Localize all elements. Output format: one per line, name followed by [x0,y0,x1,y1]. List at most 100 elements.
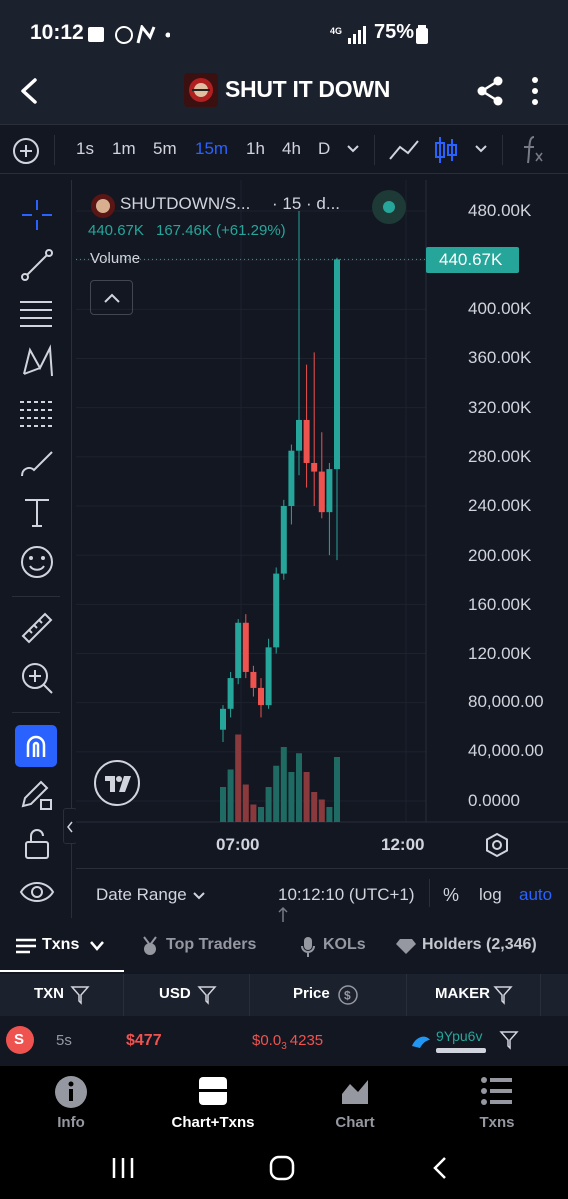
chart-bottom-bar: Date Range 10:12:10 (UTC+1) % log auto [76,868,568,918]
current-price-tag: 440.67K [426,247,519,273]
maker-address[interactable]: 9Ypu6v [436,1028,482,1044]
visibility-icon[interactable] [18,876,56,912]
column-txn[interactable]: TXN [0,974,124,1016]
chevron-down-icon[interactable] [192,891,206,901]
auto-scale-toggle[interactable]: auto [519,885,552,905]
line-chart-type-icon[interactable] [388,137,420,163]
timeframe-15m[interactable]: 15m [195,139,228,159]
more-vert-icon[interactable] [530,76,540,106]
pattern-tool-icon[interactable] [20,344,54,380]
timeframe-4h[interactable]: 4h [282,139,301,159]
collapse-panel-button[interactable] [63,808,77,844]
tab-kols[interactable]: KOLs [290,922,380,972]
filter-icon[interactable] [197,985,217,1005]
timeframe-1m[interactable]: 1m [112,139,136,159]
candles-chart-type-icon[interactable] [434,135,458,165]
tab-holders[interactable]: Holders (2,346) [390,922,568,972]
indicators-fx-icon[interactable] [520,135,546,165]
timeframe-d[interactable]: D [318,139,330,159]
txn-price-suffix: 4235 [289,1032,324,1049]
fib-retracement-icon[interactable] [18,296,54,330]
legend-price: 440.67K [88,222,144,239]
nav-info-label: Info [57,1114,85,1131]
chevron-down-icon[interactable] [346,144,360,154]
candle-body [311,462,318,472]
column-price[interactable]: Price $ [251,974,407,1016]
chevron-down-icon[interactable] [474,144,488,154]
edit-lock-icon[interactable] [19,778,55,812]
volume-bar [326,807,333,822]
date-range-button[interactable]: Date Range [96,885,187,905]
brush-tool-icon[interactable] [18,446,56,480]
table-row[interactable]: S 5s $477 $0.03 4235 9Ypu6v [0,1016,568,1066]
log-scale-toggle[interactable]: log [479,885,502,905]
column-usd[interactable]: USD [125,974,250,1016]
volume-bar [265,787,272,822]
unlock-icon[interactable] [22,828,52,862]
bottom-nav: Info Chart+Txns Chart Txns [0,1066,568,1136]
timeframe-1s[interactable]: 1s [76,139,94,159]
candle-body [235,622,242,679]
status-bar: 10:12 4G 75% [0,0,568,66]
y-tick-label: 160.00K [468,595,532,614]
txn-usd: $477 [126,1032,162,1049]
collapse-legend-button[interactable] [90,280,133,315]
timeframe-5m[interactable]: 5m [153,139,177,159]
back-arrow-icon[interactable] [18,78,40,104]
filter-icon[interactable] [493,985,513,1005]
chart-settings-icon[interactable] [484,832,510,858]
current-price-tag-label: 440.67K [439,250,503,269]
txn-table-header: TXN USD Price $ MAKER [0,974,568,1016]
home-icon[interactable] [268,1154,296,1182]
share-icon[interactable] [476,76,504,106]
crosshair-icon[interactable] [20,198,54,232]
txn-tabs: Txns Top Traders KOLs Holders (2,346) [0,922,568,972]
emoji-tool-icon[interactable] [19,544,55,580]
svg-text:$: $ [344,989,351,1003]
tab-holders-label: Holders (2,346) [422,936,537,953]
y-tick-label: 400.00K [468,299,532,318]
nav-chart-txns-label: Chart+Txns [171,1114,255,1131]
nav-txns[interactable]: Txns [437,1066,557,1136]
volume-bar [311,792,318,822]
tab-top-traders[interactable]: Top Traders [130,922,280,972]
tradingview-logo[interactable] [94,760,140,806]
candle-body [334,259,340,470]
nav-chart-txns[interactable]: Chart+Txns [153,1066,273,1136]
magnet-mode-button[interactable] [15,725,57,767]
recent-apps-icon[interactable] [110,1156,136,1180]
x-tick-label: 07:00 [216,835,260,854]
ruler-icon[interactable] [19,610,55,646]
zoom-in-icon[interactable] [19,660,55,696]
chart-clock[interactable]: 10:12:10 (UTC+1) [278,885,415,905]
y-tick-label: 240.00K [468,496,532,515]
tab-txns[interactable]: Txns [0,922,124,972]
dollar-circle-icon[interactable]: $ [337,984,359,1006]
column-price-label: Price [293,985,330,1002]
percent-scale-toggle[interactable]: % [443,885,459,906]
candle-body [296,419,302,451]
column-maker-label: MAKER [435,985,490,1002]
timeframe-1h[interactable]: 1h [246,139,265,159]
volume-bar [242,784,249,822]
y-tick-label: 200.00K [468,546,532,565]
price-chart[interactable]: SHUTDOWN/S... · 15 · d... 440.67K 167.46… [76,180,568,868]
filter-icon[interactable] [70,985,90,1005]
market-status-dot [383,201,395,213]
nav-info[interactable]: Info [11,1066,131,1136]
chevron-up-icon [104,293,120,303]
filter-icon[interactable] [499,1030,519,1050]
add-symbol-icon[interactable] [12,137,40,165]
market-status-button[interactable] [372,190,406,224]
back-nav-icon[interactable] [430,1155,450,1181]
tab-kols-label: KOLs [323,936,366,953]
text-tool-icon[interactable] [22,496,52,530]
trend-line-icon[interactable] [20,248,54,282]
nav-chart[interactable]: Chart [295,1066,415,1136]
forecast-tool-icon[interactable] [18,396,54,430]
candlestick-chart[interactable] [76,180,568,868]
txn-price-zeros: 3 [281,1041,287,1052]
legend-symbol[interactable]: SHUTDOWN/S... [120,194,250,214]
dolphin-icon [412,1036,430,1048]
column-maker[interactable]: MAKER [408,974,541,1016]
